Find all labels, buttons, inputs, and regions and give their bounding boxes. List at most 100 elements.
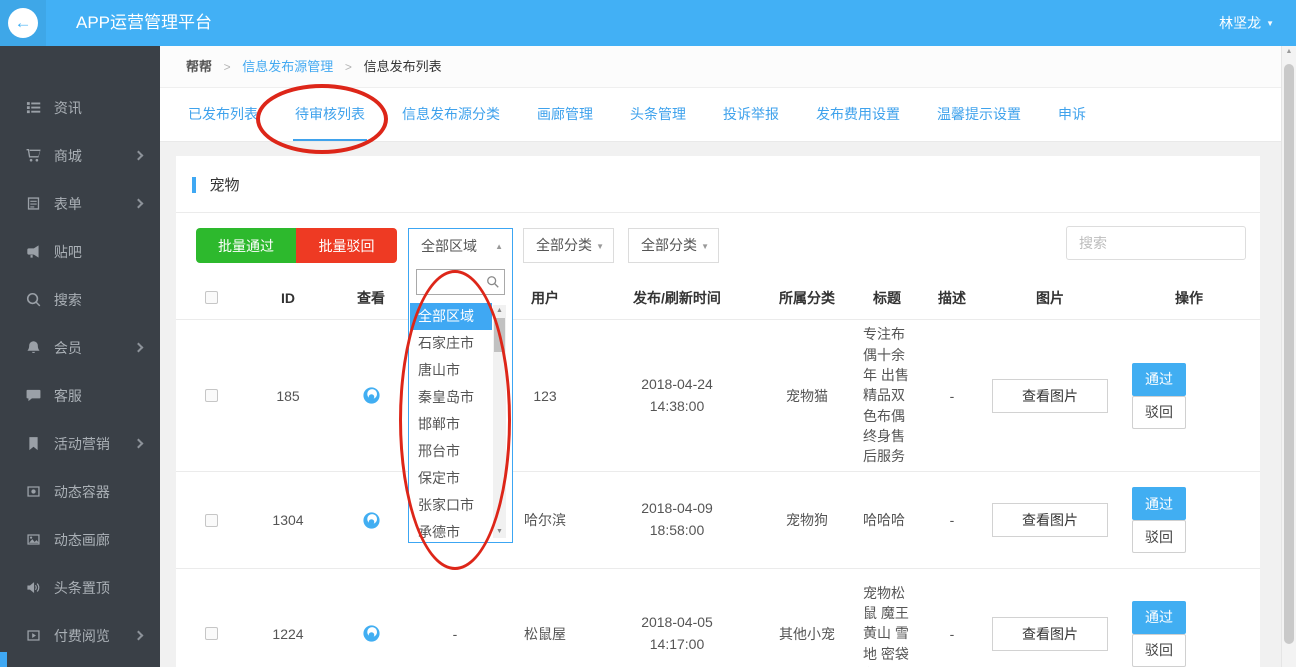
region-option[interactable]: 石家庄市 xyxy=(410,330,492,357)
cell-time: 2018-04-0918:58:00 xyxy=(641,498,713,541)
cell-title: 哈哈哈 xyxy=(863,510,911,530)
category-filter-2[interactable]: 全部分类 ▼ xyxy=(628,228,719,263)
col-category: 所属分类 xyxy=(779,288,835,308)
view-eye-icon[interactable] xyxy=(363,387,380,404)
sidebar-item-label: 商城 xyxy=(54,148,82,164)
region-option[interactable]: 唐山市 xyxy=(410,357,492,384)
megaphone-icon xyxy=(26,244,41,259)
view-image-button[interactable]: 查看图片 xyxy=(992,503,1108,537)
tab-published-list[interactable]: 已发布列表 xyxy=(186,88,260,141)
sidebar-item-label: 头条置顶 xyxy=(54,580,110,596)
cell-time: 2018-04-0514:17:00 xyxy=(641,612,713,655)
reject-button[interactable]: 驳回 xyxy=(1132,396,1186,429)
tab-headline-management[interactable]: 头条管理 xyxy=(628,88,688,141)
search-input[interactable] xyxy=(1066,226,1246,260)
tab-fee-settings[interactable]: 发布费用设置 xyxy=(814,88,902,141)
sidebar-item-dynamic-gallery[interactable]: 动态画廊 xyxy=(0,516,160,564)
batch-approve-button[interactable]: 批量通过 xyxy=(196,228,296,263)
cell-id: 1304 xyxy=(272,512,303,528)
select-all-checkbox[interactable] xyxy=(205,291,218,304)
reject-button[interactable]: 驳回 xyxy=(1132,634,1186,667)
category-filter-1[interactable]: 全部分类 ▼ xyxy=(523,228,614,263)
region-option[interactable]: 全部区域 xyxy=(410,303,492,330)
back-button[interactable]: ← xyxy=(8,8,38,38)
row-checkbox[interactable] xyxy=(205,389,218,402)
sidebar-item-paid-reading[interactable]: 付费阅览 xyxy=(0,612,160,660)
region-option[interactable]: 承德市 xyxy=(410,519,492,543)
sidebar-item-headline-pin[interactable]: 头条置顶 xyxy=(0,564,160,612)
page-scrollbar[interactable]: ▲ xyxy=(1281,46,1296,667)
sidebar-item-label: 付费阅览 xyxy=(54,628,110,644)
cell-category: 其他小宠 xyxy=(779,624,835,644)
view-image-button[interactable]: 查看图片 xyxy=(992,379,1108,413)
sidebar-item-support[interactable]: 客服 xyxy=(0,372,160,420)
view-eye-icon[interactable] xyxy=(363,625,380,642)
bookmark-icon xyxy=(26,436,41,451)
sidebar-item-marketing[interactable]: 活动营销 xyxy=(0,420,160,468)
sidebar: 资讯 商城 表单 贴吧 搜索 会员 客服 xyxy=(0,46,160,667)
cell-user: 哈尔滨 xyxy=(524,510,566,530)
chevron-down-icon: ▼ xyxy=(701,230,709,263)
tab-tips-settings[interactable]: 温馨提示设置 xyxy=(935,88,1023,141)
cell-id: 185 xyxy=(276,388,299,404)
sidebar-item-label: 会员 xyxy=(54,340,82,356)
tab-appeal[interactable]: 申诉 xyxy=(1056,88,1088,141)
sidebar-item-news[interactable]: 资讯 xyxy=(0,84,160,132)
region-option[interactable]: 秦皇岛市 xyxy=(410,384,492,411)
region-filter[interactable]: 全部区域 ▲ xyxy=(409,229,512,263)
cell-user: 123 xyxy=(533,388,556,404)
row-checkbox[interactable] xyxy=(205,514,218,527)
sidebar-item-label: 动态容器 xyxy=(54,484,110,500)
approve-button[interactable]: 通过 xyxy=(1132,601,1186,634)
sidebar-item-search[interactable]: 搜索 xyxy=(0,276,160,324)
table-row: 1224 - 松鼠屋 2018-04-0514:17:00 其他小宠 宠物松鼠 … xyxy=(176,569,1260,667)
region-option[interactable]: 张家口市 xyxy=(410,492,492,519)
tab-pending-review[interactable]: 待审核列表 xyxy=(293,88,367,141)
scrollbar-thumb[interactable] xyxy=(494,318,505,352)
region-option[interactable]: 保定市 xyxy=(410,465,492,492)
scroll-down-icon[interactable]: ▼ xyxy=(493,526,506,538)
play-video-icon xyxy=(26,628,41,643)
sidebar-item-members[interactable]: 会员 xyxy=(0,324,160,372)
col-desc: 描述 xyxy=(938,288,966,308)
section-title: 宠物 xyxy=(209,177,239,194)
scroll-up-icon[interactable]: ▲ xyxy=(493,305,506,317)
tab-complaints[interactable]: 投诉举报 xyxy=(721,88,781,141)
batch-reject-button[interactable]: 批量驳回 xyxy=(296,228,397,263)
sidebar-item-mall[interactable]: 商城 xyxy=(0,132,160,180)
approve-button[interactable]: 通过 xyxy=(1132,487,1186,520)
date: 2018-04-05 xyxy=(641,614,713,630)
sidebar-scroll-indicator xyxy=(0,652,7,667)
approve-button[interactable]: 通过 xyxy=(1132,363,1186,396)
sidebar-item-dynamic-container[interactable]: 动态容器 xyxy=(0,468,160,516)
col-time: 发布/刷新时间 xyxy=(633,288,721,308)
cell-desc: - xyxy=(950,512,955,528)
chevron-right-icon xyxy=(134,199,144,209)
region-option[interactable]: 邢台市 xyxy=(410,438,492,465)
breadcrumb: 帮帮 > 信息发布源管理 > 信息发布列表 xyxy=(160,46,1281,88)
sidebar-item-tieba[interactable]: 贴吧 xyxy=(0,228,160,276)
chevron-up-icon: ▲ xyxy=(495,230,503,264)
cell-desc: - xyxy=(950,388,955,404)
tab-gallery-management[interactable]: 画廊管理 xyxy=(535,88,595,141)
row-checkbox[interactable] xyxy=(205,627,218,640)
sidebar-item-label: 客服 xyxy=(54,388,82,404)
user-menu[interactable]: 林坚龙▼ xyxy=(1219,0,1274,47)
tab-source-category[interactable]: 信息发布源分类 xyxy=(400,88,502,141)
region-option[interactable]: 邯郸市 xyxy=(410,411,492,438)
col-actions: 操作 xyxy=(1175,288,1203,308)
topbar: ← APP运营管理平台 林坚龙▼ xyxy=(0,0,1296,46)
chat-icon xyxy=(26,388,41,403)
scroll-up-icon[interactable]: ▲ xyxy=(1282,48,1296,55)
tabs-bar: 已发布列表 待审核列表 信息发布源分类 画廊管理 头条管理 投诉举报 发布费用设… xyxy=(160,88,1281,142)
view-eye-icon[interactable] xyxy=(363,512,380,529)
sidebar-item-label: 贴吧 xyxy=(54,244,82,260)
reject-button[interactable]: 驳回 xyxy=(1132,520,1186,553)
dropdown-scrollbar[interactable]: ▲ ▼ xyxy=(493,305,506,538)
sidebar-item-label: 资讯 xyxy=(54,100,82,116)
cell-title: 宠物松鼠 魔王 黄山 雪地 密袋鼠 xyxy=(863,583,911,667)
breadcrumb-link-parent[interactable]: 信息发布源管理 xyxy=(242,59,333,74)
scrollbar-thumb[interactable] xyxy=(1284,64,1294,644)
view-image-button[interactable]: 查看图片 xyxy=(992,617,1108,651)
sidebar-item-forms[interactable]: 表单 xyxy=(0,180,160,228)
